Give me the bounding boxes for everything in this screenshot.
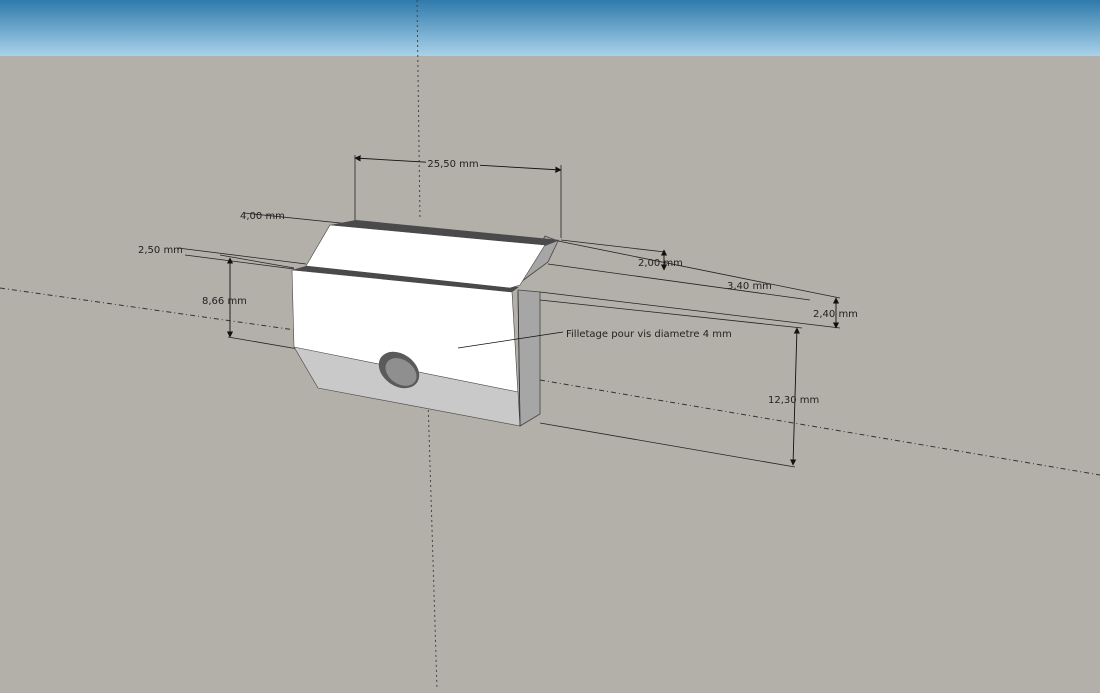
3d-viewport[interactable]: 25,50 mm 4,00 mm 2,50 mm 8,66 mm 2,00 mm… (0, 0, 1100, 690)
annotation-text: Filletage pour vis diametre 4 mm (566, 329, 732, 340)
sky (0, 0, 1100, 56)
dim-label-width: 25,50 mm (427, 159, 478, 170)
dim-label-flange-height: 2,40 mm (813, 309, 858, 320)
dim-label-step-depth: 3,40 mm (727, 281, 772, 292)
dim-label-left-depth: 2,50 mm (138, 245, 183, 256)
dim-label-top-depth: 4,00 mm (240, 211, 285, 222)
dim-label-left-height: 8,66 mm (202, 296, 247, 307)
ground (0, 56, 1100, 689)
dim-label-total-height: 12,30 mm (768, 395, 819, 406)
part-right-side (517, 289, 541, 427)
dim-label-step-height: 2,00 mm (638, 258, 683, 269)
model-canvas[interactable]: 25,50 mm 4,00 mm 2,50 mm 8,66 mm 2,00 mm… (0, 0, 1100, 690)
